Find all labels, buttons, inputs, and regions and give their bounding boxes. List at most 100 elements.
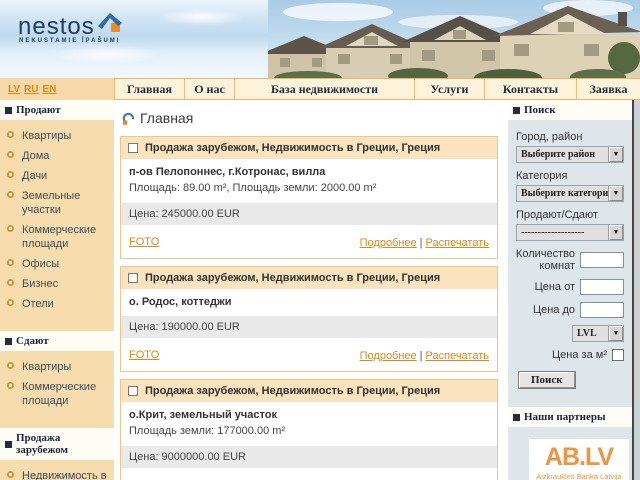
chevron-down-icon: ▼ bbox=[608, 225, 623, 240]
lang-en-link[interactable]: EN bbox=[43, 84, 57, 95]
left-sidebar: Продают Квартиры Дома Дачи Земельные уча… bbox=[0, 100, 114, 480]
listing-title: о. Родос, коттеджи bbox=[121, 289, 497, 314]
listing-card: Продажа зарубежом, Недвижимость в Греции… bbox=[120, 266, 498, 372]
section-abroad-header: Продажа зарубежом bbox=[0, 428, 114, 460]
nav-request[interactable]: Заявка bbox=[576, 79, 640, 99]
window-edge bbox=[632, 100, 640, 480]
price-to-input[interactable] bbox=[580, 302, 624, 318]
foto-link[interactable]: FOTO bbox=[129, 236, 159, 248]
logo-tagline: NEKUSTAMIE ĪPAŠUMI bbox=[19, 38, 120, 44]
nav-services[interactable]: Услуги bbox=[414, 79, 484, 99]
print-link[interactable]: Распечатать bbox=[426, 350, 489, 362]
sidebar-item-cottages[interactable]: Дачи bbox=[7, 169, 111, 183]
listing-category-bar: Продажа зарубежом, Недвижимость в Греции… bbox=[121, 380, 497, 402]
radio-bullet-icon bbox=[7, 171, 14, 178]
price-from-input[interactable] bbox=[580, 279, 624, 295]
nav-database[interactable]: База недвижимости bbox=[234, 79, 414, 99]
square-bullet-icon bbox=[5, 338, 12, 345]
listing-price: Цена: 9000000.00 EUR bbox=[121, 444, 497, 470]
lang-lv-link[interactable]: LV bbox=[8, 84, 20, 95]
logo-text: nestos bbox=[18, 16, 95, 38]
sidebar-item-rent-apartments[interactable]: Квартиры bbox=[7, 360, 111, 374]
square-bullet-icon bbox=[513, 107, 520, 114]
main-content: Главная Продажа зарубежом, Недвижимость … bbox=[114, 100, 508, 480]
listing-area: Площадь: 89.00 m², Площадь земли: 2000.0… bbox=[121, 182, 497, 201]
section-rent-header: Сдают bbox=[0, 331, 114, 351]
partners-header: Наши партнеры bbox=[508, 407, 632, 427]
category-select[interactable]: Выберите категорию ▼ bbox=[516, 185, 624, 202]
details-link[interactable]: Подробнее bbox=[360, 350, 417, 362]
listing-links: FOTO Подробнее|Распечатать bbox=[121, 340, 497, 371]
page: nestos NEKUSTAMIE ĪPAŠUMI bbox=[0, 0, 640, 480]
main-nav: Главная О нас База недвижимости Услуги К… bbox=[114, 78, 640, 100]
sidebar-item-houses[interactable]: Дома bbox=[7, 149, 111, 163]
rent-list: Квартиры Коммерческие площади bbox=[0, 351, 114, 420]
listing-checkbox[interactable] bbox=[128, 143, 138, 153]
sidebar-item-apartments[interactable]: Квартиры bbox=[7, 129, 111, 143]
foto-link[interactable]: FOTO bbox=[129, 349, 159, 361]
logo[interactable]: nestos bbox=[18, 12, 123, 38]
radio-bullet-icon bbox=[7, 191, 14, 198]
chevron-down-icon: ▼ bbox=[608, 186, 623, 201]
details-link[interactable]: Подробнее bbox=[360, 237, 417, 249]
radio-bullet-icon bbox=[7, 225, 14, 232]
partners-list: AB.LV Aizkraukles Banka Latvija Jaunie d… bbox=[508, 427, 632, 480]
language-bar: LV RU EN bbox=[0, 78, 114, 100]
rooms-input[interactable] bbox=[580, 252, 624, 268]
sidebar-item-offices[interactable]: Офисы bbox=[7, 257, 111, 271]
district-label: Город, район bbox=[516, 131, 624, 143]
sidebar-item-rent-commercial[interactable]: Коммерческие площади bbox=[7, 380, 111, 408]
page-title: Главная bbox=[122, 110, 498, 126]
square-bullet-icon bbox=[5, 441, 12, 448]
chevron-down-icon: ▼ bbox=[608, 326, 623, 341]
radio-bullet-icon bbox=[7, 131, 14, 138]
currency-select[interactable]: LVL ▼ bbox=[572, 325, 624, 342]
sidebar-item-commercial[interactable]: Коммерческие площади bbox=[7, 223, 111, 251]
listing-links: FOTO Подробнее|Распечатать bbox=[121, 470, 497, 480]
radio-bullet-icon bbox=[7, 259, 14, 266]
listing-category: Продажа зарубежом, Недвижимость в Греции… bbox=[145, 272, 440, 284]
body: Продают Квартиры Дома Дачи Земельные уча… bbox=[0, 100, 640, 480]
sidebar-item-land[interactable]: Земельные участки bbox=[7, 189, 111, 217]
sidebar-item-spain[interactable]: Недвижимость в Испании bbox=[7, 469, 111, 480]
listing-price: Цена: 245000.00 EUR bbox=[121, 201, 497, 227]
partner-ablv-logo[interactable]: AB.LV Aizkraukles Banka Latvija bbox=[529, 439, 629, 480]
print-link[interactable]: Распечатать bbox=[426, 237, 489, 249]
links-separator: | bbox=[420, 350, 423, 362]
square-bullet-icon bbox=[513, 414, 520, 421]
radio-bullet-icon bbox=[7, 299, 14, 306]
sidebar-item-hotels[interactable]: Отели bbox=[7, 297, 111, 311]
section-title: Наши партнеры bbox=[524, 411, 606, 423]
nav-row: LV RU EN Главная О нас База недвижимости… bbox=[0, 78, 640, 100]
listing-category: Продажа зарубежом, Недвижимость в Греции… bbox=[145, 385, 440, 397]
listing-title: о.Крит, земельный участок bbox=[121, 402, 497, 427]
price-per-m2-label: Цена за м² bbox=[552, 349, 607, 361]
price-per-m2-checkbox[interactable] bbox=[612, 349, 624, 361]
section-sell-header: Продают bbox=[0, 100, 114, 120]
rooms-label: Количество комнат bbox=[516, 248, 575, 272]
listing-checkbox[interactable] bbox=[128, 273, 138, 283]
abroad-list: Недвижимость в Испании Испания - услуги … bbox=[0, 460, 114, 480]
listing-links: FOTO Подробнее|Распечатать bbox=[121, 227, 497, 258]
nav-contacts[interactable]: Контакты bbox=[484, 79, 576, 99]
listing-price: Цена: 190000.00 EUR bbox=[121, 314, 497, 340]
listing-card: Продажа зарубежом, Недвижимость в Греции… bbox=[120, 379, 498, 480]
section-title: Сдают bbox=[16, 335, 49, 347]
deal-select[interactable]: ------------------- ▼ bbox=[516, 224, 624, 241]
search-button[interactable]: Поиск bbox=[518, 371, 576, 389]
deal-label: Продают/Сдают bbox=[516, 209, 624, 221]
lang-ru-link[interactable]: RU bbox=[24, 84, 38, 95]
radio-bullet-icon bbox=[7, 279, 14, 286]
price-to-label: Цена до bbox=[533, 304, 575, 316]
nav-home[interactable]: Главная bbox=[114, 79, 184, 99]
search-header: Поиск bbox=[508, 100, 632, 120]
listing-checkbox[interactable] bbox=[128, 386, 138, 396]
header-banner: nestos NEKUSTAMIE ĪPAŠUMI bbox=[0, 0, 640, 78]
listing-area: Площадь земли: 177000.00 m² bbox=[121, 425, 497, 444]
district-select[interactable]: Выберите район ▼ bbox=[516, 146, 624, 163]
category-label: Категория bbox=[516, 170, 624, 182]
nav-about[interactable]: О нас bbox=[184, 79, 234, 99]
listing-category: Продажа зарубежом, Недвижимость в Греции… bbox=[145, 142, 440, 154]
sidebar-item-business[interactable]: Бизнес bbox=[7, 277, 111, 291]
radio-bullet-icon bbox=[7, 362, 14, 369]
